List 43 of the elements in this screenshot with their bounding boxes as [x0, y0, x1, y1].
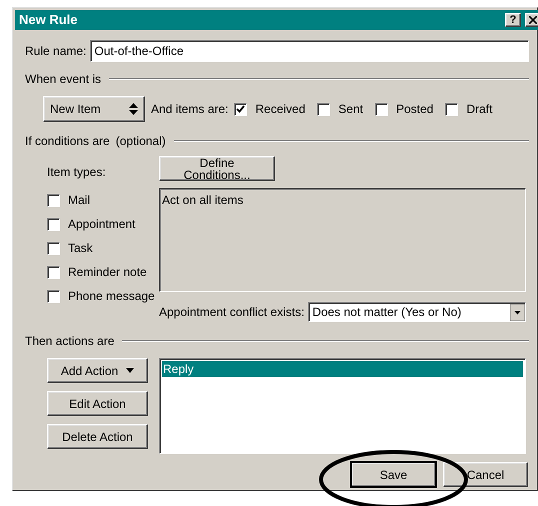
field-label: Item types: — [47, 164, 107, 181]
close-button[interactable] — [525, 13, 538, 27]
conditions-box: Act on all items — [159, 188, 526, 292]
action-button[interactable]: Delete Action — [47, 424, 148, 449]
action-item[interactable]: Reply — [162, 361, 523, 377]
window-title: New Rule — [19, 11, 78, 30]
optional-note: (optional) — [116, 133, 166, 150]
checkbox[interactable] — [47, 194, 60, 206]
checkbox-label: Posted — [396, 101, 434, 118]
define-conditions-button[interactable]: Define Conditions... — [159, 156, 275, 181]
help-button[interactable]: ? — [505, 13, 521, 27]
checkbox-label: Draft — [466, 101, 492, 118]
checkbox-label: Task — [68, 240, 93, 257]
checkbox[interactable] — [317, 102, 330, 116]
field-label: Appointment conflict exists: — [159, 304, 304, 321]
spinner-arrows-icon — [129, 103, 138, 115]
checkbox-label: Phone message — [68, 288, 155, 305]
checkbox-label: Reminder note — [68, 264, 147, 281]
section-heading: Then actions are — [25, 333, 114, 350]
dialog-button[interactable]: Cancel — [443, 462, 528, 487]
action-button[interactable]: Add Action — [47, 358, 148, 383]
checkbox[interactable] — [375, 102, 388, 116]
checkbox[interactable] — [445, 102, 458, 116]
checkbox-label: Received — [255, 101, 306, 118]
rule-name-field[interactable]: Out-of-the-Office — [90, 40, 529, 62]
checkbox[interactable] — [47, 266, 60, 278]
dialog-button[interactable]: Save — [351, 462, 436, 487]
checkbox[interactable] — [47, 290, 60, 302]
field-label: Rule name: — [25, 43, 86, 60]
section-heading: If conditions are — [25, 133, 110, 150]
caret-icon — [126, 368, 134, 373]
checkbox[interactable] — [234, 102, 248, 116]
action-button[interactable]: Edit Action — [47, 391, 148, 416]
checkbox[interactable] — [47, 218, 60, 230]
event-type-dropdown[interactable]: New Item — [43, 96, 145, 122]
dropdown-arrow-icon[interactable] — [510, 304, 525, 320]
checkbox-label: Mail — [68, 192, 90, 209]
section-heading: When event is — [25, 71, 102, 88]
field-label: And items are: — [151, 101, 228, 118]
checkbox-label: Appointment — [68, 216, 136, 233]
conflict-dropdown[interactable]: Does not matter (Yes or No) — [308, 302, 526, 322]
checkbox[interactable] — [47, 242, 60, 254]
checkbox-label: Sent — [338, 101, 364, 118]
